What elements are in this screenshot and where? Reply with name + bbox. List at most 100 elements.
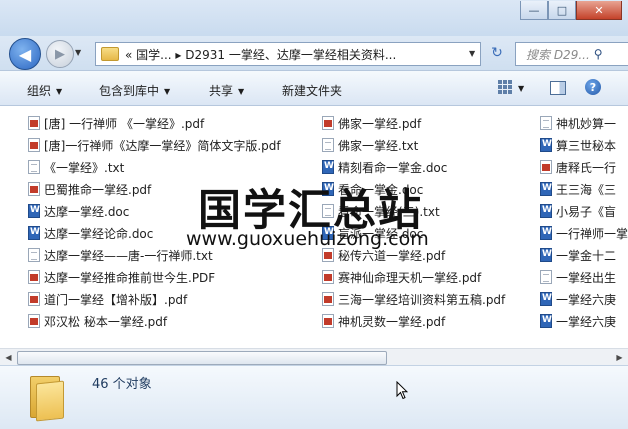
file-item[interactable]: 唐释氏一行 [540,158,616,176]
file-item[interactable]: 一行禅师一掌 [540,224,628,242]
address-bar[interactable]: « 国学... ▸ D2931 一掌经、达摩一掌经相关资料... [95,42,481,66]
share-menu[interactable]: 共享 ▼ [209,82,244,99]
txt-file-icon [540,116,552,130]
txt-file-icon [540,270,552,284]
file-item[interactable]: 小易子《盲 [540,202,616,220]
file-name: 道门一掌经【增补版】.pdf [44,292,188,307]
chevron-down-icon: ▼ [238,87,245,96]
file-item[interactable]: 神机妙算一 [540,114,616,132]
file-name: 佛家一掌经.pdf [338,116,422,131]
file-name: [唐] 一行禅师 《一掌经》.pdf [44,116,205,131]
file-name: 一行禅师一掌 [556,226,628,241]
address-dropdown[interactable]: ▼ [469,49,475,58]
details-pane: 46 个对象 [0,365,628,429]
include-library-label: 包含到库中 [99,84,160,98]
chevron-down-icon: ▼ [56,87,63,96]
file-name: 赛神仙命理天机一掌经.pdf [338,270,482,285]
refresh-button[interactable]: ↻ [486,43,508,63]
file-name: 达摩一掌经论命.doc [44,226,154,241]
file-item[interactable]: 算三世秘本 [540,136,616,154]
file-item[interactable]: 王三海《三 [540,180,616,198]
close-button[interactable]: ✕ [576,1,622,20]
organize-label: 组织 [27,84,52,98]
file-item[interactable]: 三海一掌经培训资料第五稿.pdf [322,290,505,308]
doc-file-icon [540,292,552,306]
recent-pages-dropdown[interactable]: ▼ [75,48,81,57]
pdf-file-icon [28,138,40,152]
minimize-button[interactable]: — [520,1,548,20]
scroll-left-button[interactable]: ◀ [0,349,17,366]
txt-file-icon [28,248,40,262]
file-item[interactable]: 一掌经出生 [540,268,616,286]
preview-pane-icon[interactable] [550,81,566,95]
file-item[interactable]: 达摩一掌经——唐-一行禅师.txt [28,246,213,264]
file-item[interactable]: 道门一掌经【增补版】.pdf [28,290,187,308]
include-library-menu[interactable]: 包含到库中 ▼ [99,82,170,99]
pdf-file-icon [28,116,40,130]
back-button[interactable]: ◀ [9,38,41,70]
file-item[interactable]: [唐]一行禅师《达摩一掌经》简体文字版.pdf [28,136,281,154]
scroll-right-button[interactable]: ▶ [611,349,628,366]
file-item[interactable]: 一掌金十二 [540,246,616,264]
doc-file-icon [540,204,552,218]
item-count: 46 个对象 [92,377,152,392]
pdf-file-icon [322,314,334,328]
file-name: [唐]一行禅师《达摩一掌经》简体文字版.pdf [44,138,281,153]
forward-arrow-icon: ▶ [55,46,65,62]
file-item[interactable]: 一掌经六庚 [540,312,616,330]
doc-file-icon [28,226,40,240]
organize-menu[interactable]: 组织 ▼ [27,82,62,99]
file-item[interactable]: 赛神仙命理天机一掌经.pdf [322,268,481,286]
file-item[interactable]: 达摩一掌经论命.doc [28,224,153,242]
file-item[interactable]: 《一掌经》.txt [28,158,124,176]
back-arrow-icon: ◀ [18,44,32,64]
help-icon[interactable]: ? [585,79,601,95]
new-folder-label: 新建文件夹 [282,84,343,98]
file-name: 神机妙算一 [556,116,617,131]
file-name: 一掌经六庚 [556,292,617,307]
file-item[interactable]: 达摩一掌经推命推前世今生.PDF [28,268,215,286]
search-icon: ⚲ [593,47,603,61]
file-item[interactable]: 巴蜀推命一掌经.pdf [28,180,151,198]
address-row: ◀ ▶ ▼ « 国学... ▸ D2931 一掌经、达摩一掌经相关资料... ▼… [0,36,628,70]
file-item[interactable]: 佛家一掌经.txt [322,136,418,154]
file-item[interactable]: 一掌经六庚 [540,290,616,308]
horizontal-scrollbar[interactable]: ◀ ▶ [0,348,628,366]
title-bar: — □ ✕ [0,0,628,36]
pdf-file-icon [322,248,334,262]
file-name: 《一掌经》.txt [44,160,125,175]
address-path: « 国学... ▸ D2931 一掌经、达摩一掌经相关资料... [125,47,397,62]
pdf-file-icon [28,292,40,306]
scrollbar-thumb[interactable] [17,351,387,365]
file-item[interactable]: [唐] 一行禅师 《一掌经》.pdf [28,114,204,132]
file-item[interactable]: 神机灵数一掌经.pdf [322,312,445,330]
doc-file-icon [28,204,40,218]
pdf-file-icon [28,270,40,284]
file-item[interactable]: 佛家一掌经.pdf [322,114,421,132]
file-name: 达摩一掌经.doc [44,204,130,219]
file-name: 神机灵数一掌经.pdf [338,314,446,329]
view-dropdown[interactable]: ▼ [518,84,524,93]
file-item[interactable]: 精刻看命一掌金.doc [322,158,447,176]
file-item[interactable]: 达摩一掌经.doc [28,202,129,220]
file-name: 巴蜀推命一掌经.pdf [44,182,152,197]
doc-file-icon [540,314,552,328]
file-name: 佛家一掌经.txt [338,138,419,153]
mouse-cursor-icon [396,381,408,400]
command-bar: 组织 ▼ 包含到库中 ▼ 共享 ▼ 新建文件夹 ▼ ? [0,70,628,106]
folder-large-icon [30,374,64,422]
folder-icon [101,47,119,61]
doc-file-icon [322,160,334,174]
file-name: 邓汉松 秘本一掌经.pdf [44,314,168,329]
view-icon[interactable] [498,80,512,94]
file-item[interactable]: 邓汉松 秘本一掌经.pdf [28,312,167,330]
file-name: 精刻看命一掌金.doc [338,160,448,175]
file-name: 一掌经六庚 [556,314,617,329]
file-name: 达摩一掌经推命推前世今生.PDF [44,270,216,285]
new-folder-button[interactable]: 新建文件夹 [282,82,342,99]
search-box[interactable]: 搜索 D29... ⚲ [515,42,628,66]
pdf-file-icon [28,182,40,196]
file-name: 唐释氏一行 [556,160,617,175]
forward-button[interactable]: ▶ [46,40,74,68]
maximize-button[interactable]: □ [548,1,576,20]
